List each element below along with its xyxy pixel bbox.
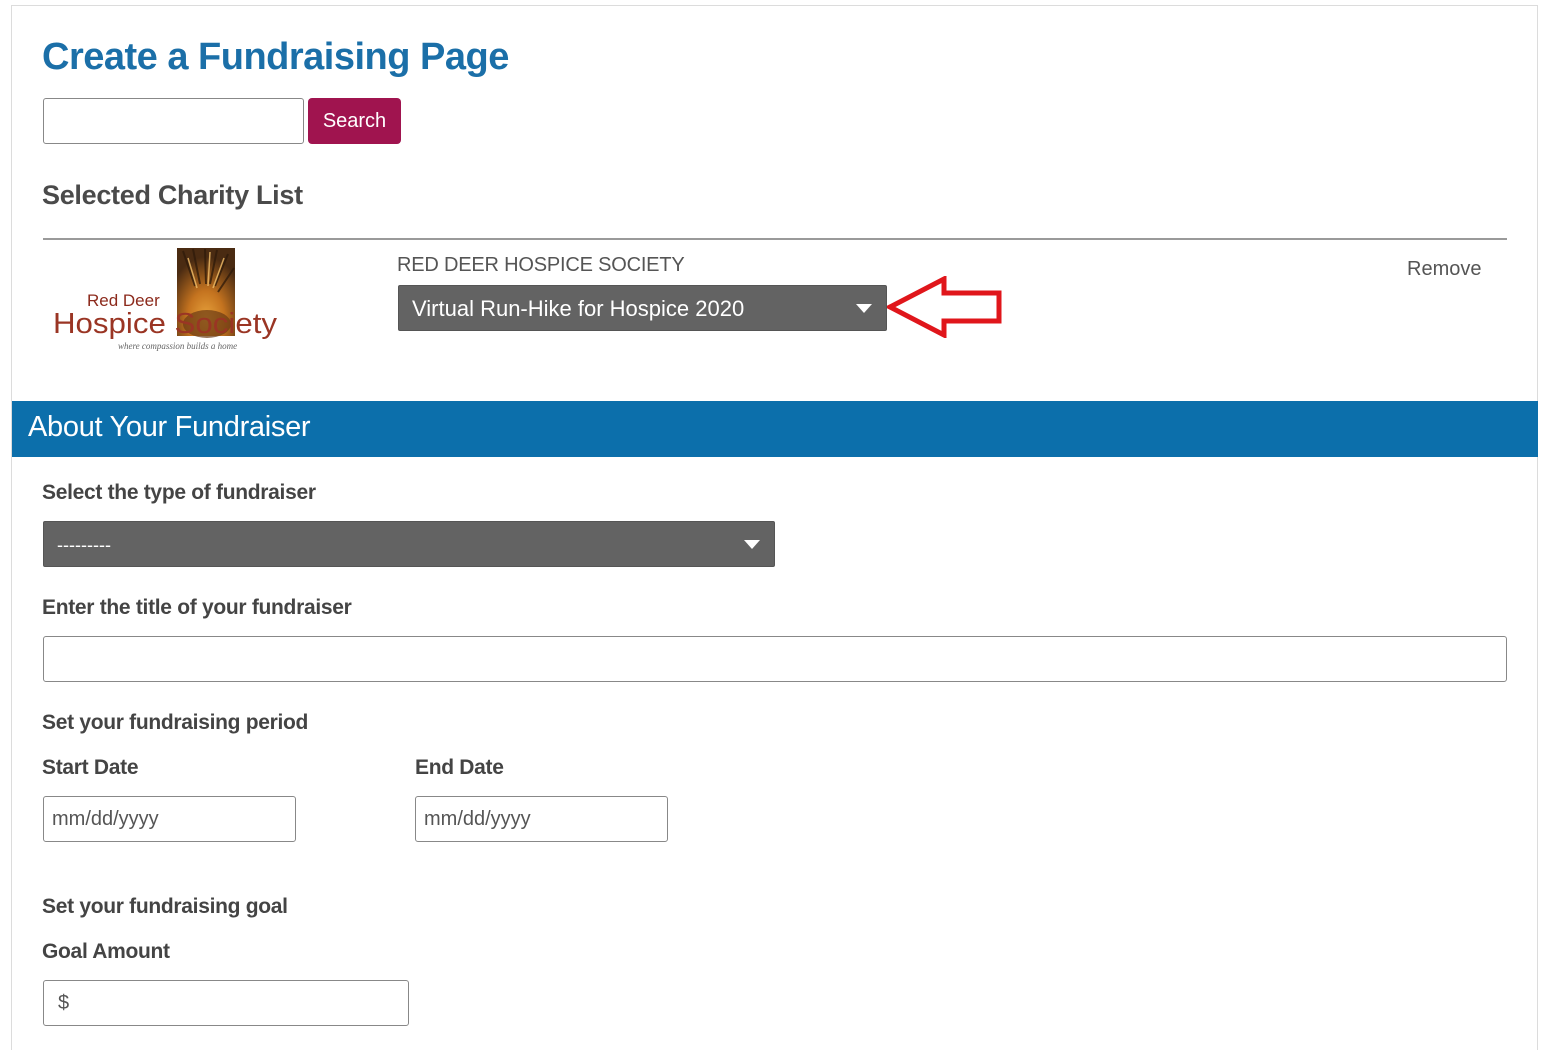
start-date-label: Start Date [42,756,139,779]
fundraiser-title-label: Enter the title of your fundraiser [42,596,352,619]
goal-amount-input[interactable] [43,980,409,1026]
search-input[interactable] [43,98,304,144]
about-fundraiser-banner: About Your Fundraiser [12,401,1538,457]
fundraiser-type-selected: --------- [57,535,111,555]
search-button[interactable]: Search [308,98,401,144]
red-deer-hospice-logo: Red Deer Hospice Society where compassio… [53,248,278,351]
selected-charity-list-heading: Selected Charity List [42,180,303,210]
fundraiser-type-dropdown[interactable]: --------- [43,521,775,567]
goal-amount-label: Goal Amount [42,940,170,963]
start-date-input[interactable] [43,796,296,842]
remove-charity-link[interactable]: Remove [1407,258,1481,281]
fundraising-goal-label: Set your fundraising goal [42,895,288,918]
logo-line2: Hospice Society [53,308,278,340]
fundraiser-title-input[interactable] [43,636,1507,682]
about-fundraiser-title: About Your Fundraiser [28,411,311,443]
campaign-selected-value: Virtual Run-Hike for Hospice 2020 [412,296,745,321]
red-outline-arrow-icon [887,276,1002,338]
fundraising-period-label: Set your fundraising period [42,711,309,734]
caret-down-icon [744,540,760,549]
end-date-input[interactable] [415,796,668,842]
charity-list-divider [43,238,1507,240]
end-date-label: End Date [415,756,504,779]
page-title: Create a Fundraising Page [42,36,509,78]
campaign-dropdown[interactable]: Virtual Run-Hike for Hospice 2020 [398,285,887,331]
fundraiser-type-label: Select the type of fundraiser [42,481,316,504]
charity-name: RED DEER HOSPICE SOCIETY [397,254,685,276]
logo-tagline: where compassion builds a home [118,341,237,351]
caret-down-icon [856,304,872,313]
